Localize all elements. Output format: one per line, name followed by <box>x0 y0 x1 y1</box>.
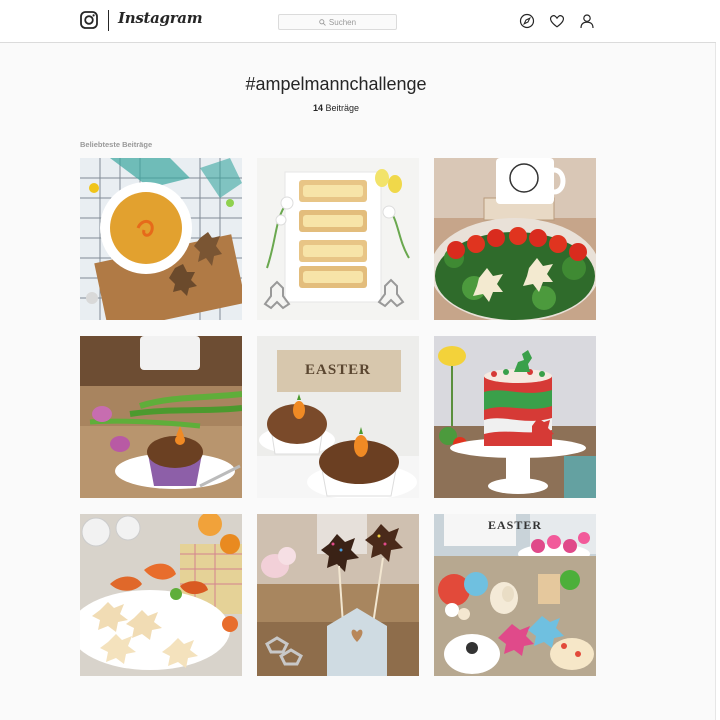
post-tile-chocolate-pops[interactable] <box>257 514 419 676</box>
post-image <box>434 336 596 498</box>
page-background: Instagram Suchen #ampelmannchallenge 14 … <box>0 0 716 720</box>
post-image <box>257 514 419 676</box>
post-tile-layered-cake[interactable] <box>434 336 596 498</box>
easter-sign-text: EASTER <box>487 518 543 532</box>
post-image <box>434 158 596 320</box>
post-image <box>80 336 242 498</box>
posts-count: 14 Beiträge <box>0 103 672 113</box>
profile-icon[interactable] <box>579 13 595 29</box>
search-input[interactable]: Suchen <box>278 14 397 30</box>
heart-icon[interactable] <box>549 13 565 29</box>
posts-count-number: 14 <box>312 103 323 113</box>
post-tile-chocolate-muffin[interactable] <box>80 336 242 498</box>
instagram-wordmark[interactable]: Instagram <box>118 9 203 27</box>
post-image <box>257 336 419 498</box>
hashtag-title: #ampelmannchallenge <box>245 74 427 94</box>
post-tile-pumpkin-soup[interactable] <box>80 158 242 320</box>
post-tile-tomato-salad[interactable] <box>434 158 596 320</box>
post-tile-easter-muffins[interactable]: EASTER <box>257 336 419 498</box>
post-image <box>257 158 419 320</box>
posts-count-label: Beiträge <box>325 103 360 113</box>
search-placeholder: Suchen <box>328 17 357 27</box>
post-tile-toast-strips[interactable] <box>257 158 419 320</box>
instagram-logo-icon[interactable] <box>80 11 98 29</box>
post-image <box>80 514 242 676</box>
search-icon <box>319 18 326 26</box>
top-navigation-bar: Instagram Suchen <box>0 0 716 43</box>
easter-sign-text: EASTER <box>304 362 372 378</box>
top-posts-heading: Beliebteste Beiträge <box>80 140 153 149</box>
compass-icon[interactable] <box>519 13 535 29</box>
post-tile-easter-cupcakes[interactable]: EASTER <box>434 514 596 676</box>
post-tile-ampelmann-cookies[interactable] <box>80 514 242 676</box>
post-image <box>434 514 596 676</box>
post-image <box>80 158 242 320</box>
logo-divider <box>108 10 109 31</box>
top-posts-grid: EASTER EASTER <box>80 158 596 676</box>
